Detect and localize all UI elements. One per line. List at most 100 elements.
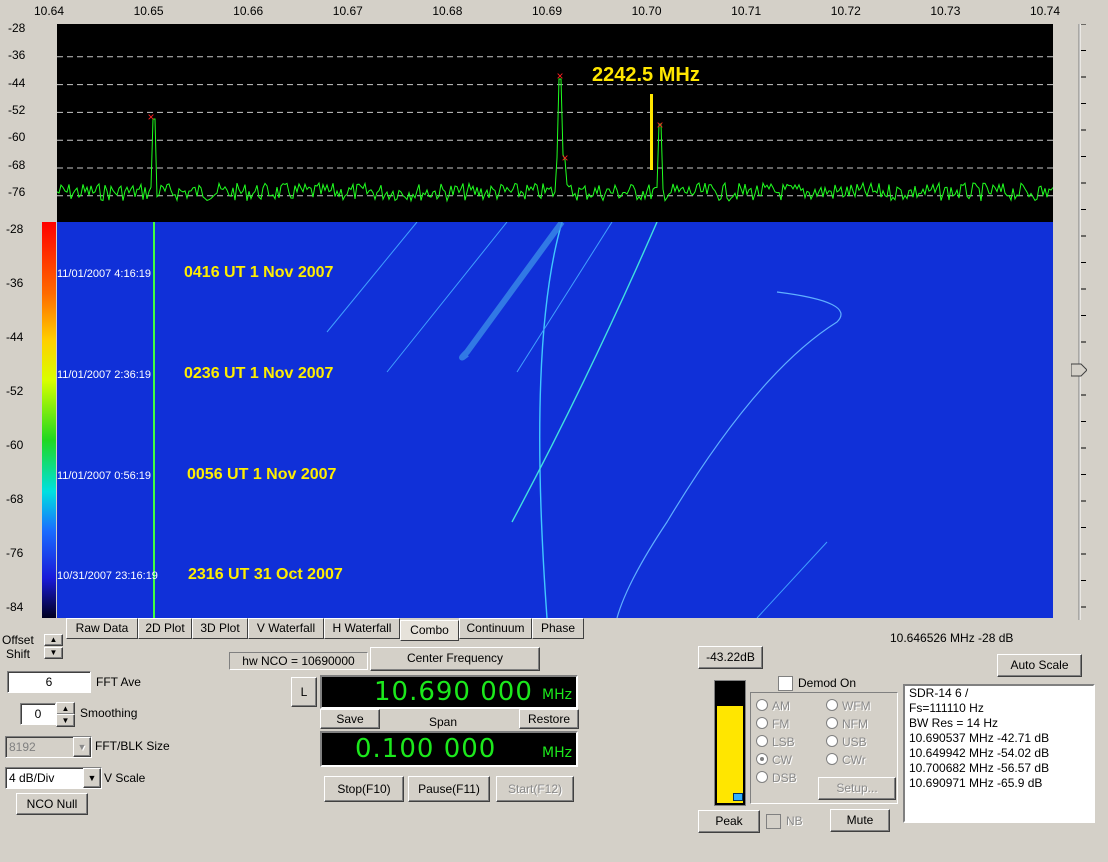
radio-icon xyxy=(826,753,838,765)
level-meter-thumb[interactable] xyxy=(733,793,743,801)
tab-raw-data[interactable]: Raw Data xyxy=(66,618,138,639)
stop-button[interactable]: Stop(F10) xyxy=(324,776,404,802)
smoothing-down-button[interactable]: ▼ xyxy=(56,714,75,727)
tab-2d-plot[interactable]: 2D Plot xyxy=(138,618,192,639)
spectrum-svg: × × × × xyxy=(56,56,1054,203)
chevron-down-icon[interactable]: ▼ xyxy=(73,737,91,757)
shift-label: Shift xyxy=(6,647,31,661)
mode-radio-wfm[interactable]: WFM xyxy=(826,699,871,713)
radio-icon xyxy=(826,717,838,729)
radio-icon xyxy=(756,771,768,783)
setup-button[interactable]: Setup... xyxy=(818,777,896,800)
radio-icon xyxy=(756,699,768,711)
radio-icon xyxy=(756,753,768,765)
level-meter xyxy=(714,680,746,806)
tab-phase[interactable]: Phase xyxy=(532,618,584,639)
fft-blk-select[interactable]: 8192 ▼ xyxy=(5,736,92,758)
nb-label: NB xyxy=(786,814,803,828)
vscale-select[interactable]: 4 dB/Div ▼ xyxy=(5,767,102,789)
mode-radio-fm[interactable]: FM xyxy=(756,717,789,731)
info-panel: SDR-14 6 / Fs=111110 Hz BW Res = 14 Hz 1… xyxy=(903,684,1095,823)
mode-radio-cw[interactable]: CW xyxy=(756,753,792,767)
span-unit: MHz xyxy=(542,745,572,761)
radio-icon xyxy=(826,699,838,711)
mode-radio-cwr[interactable]: CWr xyxy=(826,753,866,767)
pause-button[interactable]: Pause(F11) xyxy=(408,776,490,802)
doppler-track xyxy=(756,541,828,618)
mode-radio-am[interactable]: AM xyxy=(756,699,790,713)
frequency-tick-label: 10.73 xyxy=(930,4,961,18)
offset-up-button[interactable]: ▲ xyxy=(44,634,63,646)
save-button[interactable]: Save xyxy=(320,709,380,729)
level-meter-fill xyxy=(717,706,743,803)
waterfall-y-tick: -60 xyxy=(6,438,24,452)
spectrum-y-tick: -60 xyxy=(8,130,26,145)
tab-continuum[interactable]: Continuum xyxy=(459,618,532,639)
waterfall-note: 0416 UT 1 Nov 2007 xyxy=(184,264,334,281)
mode-label: NFM xyxy=(842,717,868,731)
radio-icon xyxy=(826,735,838,747)
doppler-track xyxy=(326,222,418,333)
span-display[interactable]: 0.100 000 MHz xyxy=(320,731,578,767)
spectrum-y-tick: -36 xyxy=(8,48,26,63)
slider-thumb[interactable] xyxy=(1070,363,1088,377)
fft-ave-label: FFT Ave xyxy=(96,675,141,689)
demod-on-checkbox[interactable] xyxy=(778,676,793,691)
mode-label: LSB xyxy=(772,735,795,749)
tab-3d-plot[interactable]: 3D Plot xyxy=(192,618,248,639)
peak-marker: × xyxy=(561,151,568,165)
frequency-tick-label: 10.72 xyxy=(830,4,861,18)
tab-v-waterfall[interactable]: V Waterfall xyxy=(248,618,324,639)
span-label: Span xyxy=(429,715,458,729)
center-frequency-value: 10.690 000 xyxy=(374,677,533,707)
vscale-value: 4 dB/Div xyxy=(9,771,55,785)
waterfall-y-tick: -36 xyxy=(6,276,24,290)
waterfall-timestamp: 11/01/2007 2:36:19 xyxy=(57,369,151,381)
info-line: BW Res = 14 Hz xyxy=(909,716,999,730)
waterfall-y-tick: -44 xyxy=(6,330,24,344)
fft-ave-input[interactable]: 6 xyxy=(7,671,91,693)
waterfall-y-tick: -52 xyxy=(6,384,24,398)
restore-button[interactable]: Restore xyxy=(519,709,579,729)
chevron-down-icon[interactable]: ▼ xyxy=(83,768,101,788)
mute-button[interactable]: Mute xyxy=(830,809,890,832)
nco-null-button[interactable]: NCO Null xyxy=(16,793,88,815)
tab-h-waterfall[interactable]: H Waterfall xyxy=(324,618,400,639)
mode-label: FM xyxy=(772,717,790,731)
mode-radio-dsb[interactable]: DSB xyxy=(756,771,797,785)
tab-combo[interactable]: Combo xyxy=(400,620,459,641)
mode-label: WFM xyxy=(842,699,871,713)
center-frequency-display[interactable]: 10.690 000 MHz xyxy=(320,675,578,709)
hw-nco-readout: hw NCO = 10690000 xyxy=(229,652,368,670)
auto-scale-button[interactable]: Auto Scale xyxy=(997,654,1082,677)
info-line: 10.690971 MHz -65.9 dB xyxy=(909,776,1043,790)
nb-checkbox[interactable] xyxy=(766,814,781,829)
mode-label: AM xyxy=(772,699,790,713)
center-frequency-button[interactable]: Center Frequency xyxy=(370,647,540,671)
waterfall-y-tick: -84 xyxy=(6,600,24,614)
smoothing-input[interactable]: 0 xyxy=(20,703,56,725)
offset-down-button[interactable]: ▼ xyxy=(44,647,63,659)
level-button[interactable]: -43.22dB xyxy=(698,646,763,669)
frequency-tick-label: 10.71 xyxy=(731,4,762,18)
scale-slider[interactable] xyxy=(1070,23,1088,620)
spectrum-y-tick: -68 xyxy=(8,157,26,172)
smoothing-label: Smoothing xyxy=(80,706,138,720)
mode-radio-lsb[interactable]: LSB xyxy=(756,735,795,749)
peak-button[interactable]: Peak xyxy=(698,810,760,833)
doppler-track xyxy=(516,222,613,373)
mode-label: USB xyxy=(842,735,867,749)
radio-icon xyxy=(756,717,768,729)
spectrum-plot[interactable]: × × × × 2242.5 MHz xyxy=(56,24,1054,222)
mode-label: CW xyxy=(772,753,792,767)
peak-markers: × × × × xyxy=(147,69,663,165)
waterfall-y-tick: -76 xyxy=(6,546,24,560)
annotation-marker xyxy=(650,94,653,170)
frequency-tick-label: 10.68 xyxy=(432,4,463,18)
start-button[interactable]: Start(F12) xyxy=(496,776,574,802)
doppler-track xyxy=(616,291,842,618)
l-button[interactable]: L xyxy=(291,677,317,707)
mode-radio-nfm[interactable]: NFM xyxy=(826,717,868,731)
mode-radio-usb[interactable]: USB xyxy=(826,735,867,749)
spectrum-y-tick: -28 xyxy=(8,21,26,35)
